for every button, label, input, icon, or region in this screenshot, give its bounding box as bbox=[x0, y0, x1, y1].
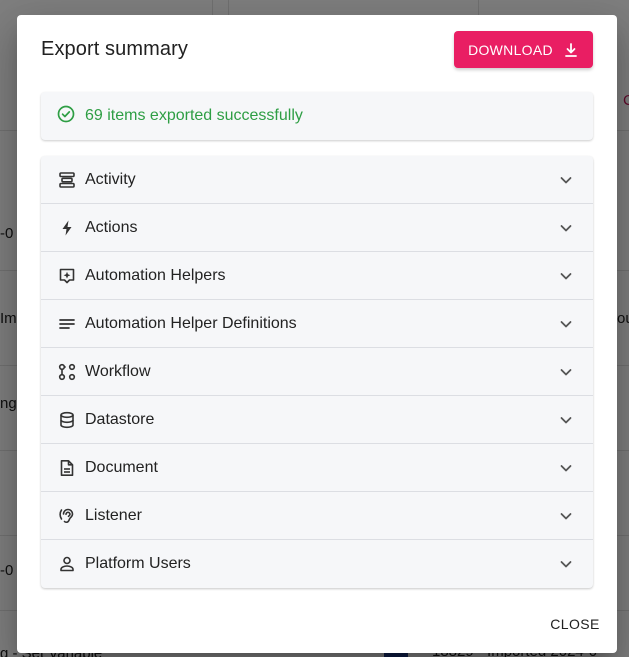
accordion-item-label: Datastore bbox=[85, 410, 155, 428]
accordion-item-document[interactable]: Document bbox=[41, 444, 593, 492]
accordion-item-label: Actions bbox=[85, 218, 138, 236]
activity-stack-icon bbox=[57, 170, 77, 190]
sparkle-box-icon bbox=[57, 266, 77, 286]
accordion-item-actions[interactable]: Actions bbox=[41, 204, 593, 252]
accordion-item-label: Listener bbox=[85, 506, 142, 524]
check-circle-icon bbox=[57, 105, 75, 128]
lightning-bolt-icon bbox=[57, 218, 77, 238]
accordion-item-datastore[interactable]: Datastore bbox=[41, 396, 593, 444]
download-icon bbox=[563, 42, 579, 58]
chevron-down-icon bbox=[559, 221, 573, 235]
person-icon bbox=[57, 554, 77, 574]
accordion-item-label: Automation Helpers bbox=[85, 266, 226, 284]
accordion-item-activity[interactable]: Activity bbox=[41, 156, 593, 204]
chevron-down-icon bbox=[559, 461, 573, 475]
workflow-icon bbox=[57, 362, 77, 382]
accordion-item-label: Automation Helper Definitions bbox=[85, 314, 297, 332]
accordion-item-workflow[interactable]: Workflow bbox=[41, 348, 593, 396]
accordion-item-label: Document bbox=[85, 458, 158, 476]
accordion-item-automation-helper-definitions[interactable]: Automation Helper Definitions bbox=[41, 300, 593, 348]
chevron-down-icon bbox=[559, 173, 573, 187]
accordion-item-listener[interactable]: Listener bbox=[41, 492, 593, 540]
chevron-down-icon bbox=[559, 413, 573, 427]
close-button[interactable]: CLOSE bbox=[545, 612, 605, 636]
success-message: 69 items exported successfully bbox=[85, 107, 303, 124]
success-banner: 69 items exported successfully bbox=[41, 92, 593, 140]
accordion-item-label: Activity bbox=[85, 170, 136, 188]
accordion-item-label: Workflow bbox=[85, 362, 151, 380]
download-button[interactable]: DOWNLOAD bbox=[454, 31, 593, 68]
dialog-title: Export summary bbox=[41, 38, 188, 60]
chevron-down-icon bbox=[559, 557, 573, 571]
accordion-item-platform-users[interactable]: Platform Users bbox=[41, 540, 593, 588]
database-icon bbox=[57, 410, 77, 430]
lines-icon bbox=[57, 314, 77, 334]
ear-icon bbox=[57, 506, 77, 526]
accordion-item-automation-helpers[interactable]: Automation Helpers bbox=[41, 252, 593, 300]
chevron-down-icon bbox=[559, 269, 573, 283]
chevron-down-icon bbox=[559, 509, 573, 523]
export-summary-dialog: Export summary DOWNLOAD 69 items exporte… bbox=[17, 15, 617, 653]
chevron-down-icon bbox=[559, 317, 573, 331]
accordion-item-label: Platform Users bbox=[85, 555, 191, 572]
document-icon bbox=[57, 458, 77, 478]
download-button-label: DOWNLOAD bbox=[468, 41, 553, 58]
export-sections-accordion: Activity Actions Automation Helpers Auto… bbox=[41, 156, 593, 588]
chevron-down-icon bbox=[559, 365, 573, 379]
